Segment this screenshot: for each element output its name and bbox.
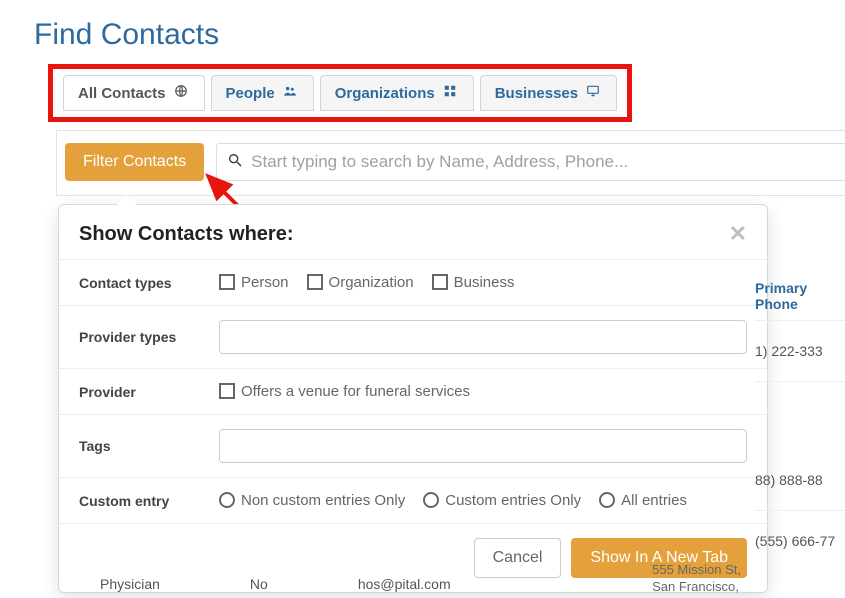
tab-businesses[interactable]: Businesses <box>480 75 617 111</box>
page-title: Find Contacts <box>0 0 845 64</box>
filter-contacts-button[interactable]: Filter Contacts <box>65 143 204 181</box>
row-provider: Provider Offers a venue for funeral serv… <box>59 368 767 414</box>
label-contact-types: Contact types <box>79 275 219 291</box>
col-primary-phone[interactable]: Primary Phone <box>755 280 845 320</box>
monitor-icon <box>584 84 602 102</box>
tab-all-contacts[interactable]: All Contacts <box>63 75 205 111</box>
tab-label: All Contacts <box>78 85 166 102</box>
row-custom-entry: Custom entry Non custom entries Only Cus… <box>59 477 767 523</box>
table-row: Physician No hos@pital.com <box>100 576 451 592</box>
radio-non-custom[interactable]: Non custom entries Only <box>219 492 405 509</box>
table-row: (555) 666-77 <box>755 510 845 571</box>
tabs: All Contacts People Organizations Busine… <box>63 75 617 111</box>
search-icon <box>227 152 251 173</box>
table-row: 1) 222-333 <box>755 320 845 381</box>
tab-people[interactable]: People <box>211 75 314 111</box>
content-panel: Filter Contacts <box>56 130 845 196</box>
tab-label: Businesses <box>495 85 578 102</box>
bg-table-column: Primary Phone 1) 222-333 88) 888-88 (555… <box>755 280 845 571</box>
tab-label: People <box>226 85 275 102</box>
checkbox-organization[interactable]: Organization <box>307 274 414 291</box>
cell-role: Physician <box>100 576 160 592</box>
label-custom-entry: Custom entry <box>79 493 219 509</box>
label-provider-types: Provider types <box>79 329 219 345</box>
provider-types-input[interactable] <box>219 320 747 354</box>
popover-title: Show Contacts where: <box>79 223 293 246</box>
label-tags: Tags <box>79 438 219 454</box>
search-wrap <box>216 143 845 181</box>
cell-address: 555 Mission St, San Francisco, <box>652 562 741 596</box>
globe-icon <box>172 84 190 102</box>
label-provider: Provider <box>79 384 219 400</box>
checkbox-person[interactable]: Person <box>219 274 289 291</box>
tabs-highlight-box: All Contacts People Organizations Busine… <box>48 64 632 122</box>
filter-popover: Show Contacts where: ✕ Contact types Per… <box>58 204 768 593</box>
users-icon <box>281 84 299 102</box>
table-row: 88) 888-88 <box>755 381 845 510</box>
radio-custom-only[interactable]: Custom entries Only <box>423 492 581 509</box>
cell-bool: No <box>250 576 268 592</box>
row-tags: Tags <box>59 414 767 477</box>
cancel-button[interactable]: Cancel <box>474 538 562 578</box>
tab-organizations[interactable]: Organizations <box>320 75 474 111</box>
row-contact-types: Contact types Person Organization Busine… <box>59 259 767 305</box>
tags-input[interactable] <box>219 429 747 463</box>
radio-all-entries[interactable]: All entries <box>599 492 687 509</box>
close-icon[interactable]: ✕ <box>729 221 747 247</box>
cell-email: hos@pital.com <box>358 576 451 592</box>
tab-label: Organizations <box>335 85 435 102</box>
search-input[interactable] <box>251 152 835 172</box>
row-provider-types: Provider types <box>59 305 767 368</box>
grid-icon <box>441 84 459 102</box>
checkbox-offers-venue[interactable]: Offers a venue for funeral services <box>219 383 470 400</box>
checkbox-business[interactable]: Business <box>432 274 515 291</box>
